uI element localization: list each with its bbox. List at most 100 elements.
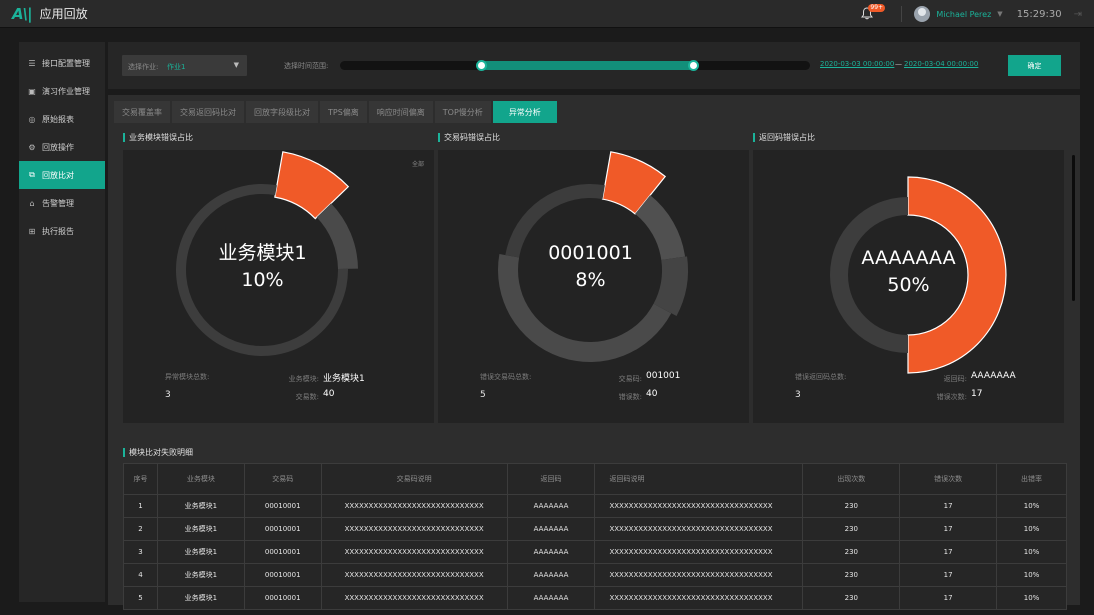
logout-icon[interactable]: ⇥	[1074, 9, 1082, 20]
sidebar-item-6[interactable]: ⊞ 执行报告	[19, 217, 105, 245]
vertical-scrollbar[interactable]	[1072, 155, 1075, 301]
top-right-tools: 99+ Michael Perez ▼ 15:29:30 ⇥	[861, 0, 1094, 28]
table-cell: 00010001	[243, 517, 322, 541]
donut-center-percent: 8%	[575, 269, 606, 291]
stat-label: 错误返回码总数:	[795, 373, 847, 381]
sidebar-item-1[interactable]: ▣ 演习作业管理	[19, 77, 105, 105]
table-cell: XXXXXXXXXXXXXXXXXXXXXXXXXXXXX	[320, 494, 508, 518]
divider	[901, 6, 903, 22]
stat-value: 40	[646, 389, 658, 399]
column-header[interactable]: 业务模块	[156, 463, 245, 495]
confirm-button[interactable]: 确定	[1008, 55, 1061, 76]
stat-label: 交易数:	[295, 393, 319, 401]
time-range-label: 选择时间范围:	[284, 62, 329, 70]
column-header[interactable]: 返回码	[506, 463, 596, 495]
table-header-row: 序号 业务模块 交易码 交易码说明 返回码 返回码说明 出现次数 错误次数 出错率	[123, 463, 1067, 495]
avatar[interactable]	[914, 6, 931, 22]
app-logo[interactable]: A\| 应用回放	[12, 5, 88, 23]
table-cell: 1	[123, 494, 158, 518]
table-cell: 10%	[996, 540, 1067, 564]
main-panel: 交易覆盖率 交易返回码比对 回放字段级比对 TPS偏离 响应时间偏离 TOP慢分析 异常分析…	[108, 95, 1080, 610]
sidebar-item-label: 回放操作	[42, 142, 74, 152]
donut-center-percent: 50%	[887, 274, 930, 296]
notification-bell-icon[interactable]: 99+	[861, 4, 886, 21]
slider-fill	[481, 61, 693, 70]
end-date-link[interactable]: 2020-03-04 00:00:00	[904, 60, 978, 68]
donut-center-name: AAAAAAA	[861, 247, 956, 269]
sidebar-item-5[interactable]: ⌂ 告警管理	[19, 189, 105, 217]
table-cell: 业务模块1	[156, 494, 245, 518]
sidebar-item-4[interactable]: ⧉ 回放比对	[19, 161, 105, 189]
table-cell: 230	[802, 517, 901, 541]
table-cell: 230	[802, 563, 901, 587]
sidebar-item-label: 原始报表	[42, 114, 74, 124]
table-cell: 5	[123, 586, 158, 610]
column-header[interactable]: 错误次数	[899, 463, 998, 495]
tab-3[interactable]: TPS偏离	[320, 101, 367, 123]
table-row[interactable]: 4 业务模块1 00010001 XXXXXXXXXXXXXXXXXXXXXXXXXX…	[123, 563, 1067, 587]
filter-bar: 选择作业: 作业1 ▼ 选择时间范围: 2020-03-03 00:00:00 …	[108, 42, 1080, 89]
donut-center-percent: 10%	[241, 269, 284, 291]
tab-5[interactable]: TOP慢分析	[434, 101, 491, 123]
table-cell: AAAAAAA	[506, 540, 596, 564]
table-cell: 业务模块1	[156, 586, 245, 610]
table-cell: 17	[899, 563, 998, 587]
column-header[interactable]: 序号	[123, 463, 158, 495]
sidebar: ☰ 接口配置管理 ▣ 演习作业管理 ◎ 原始报表 ⚙ 回放操作 ⧉ 回放比对 ⌂ 告警管理 ⊞ 执行报告	[19, 42, 105, 602]
table-cell: 业务模块1	[156, 540, 245, 564]
table-cell: 3	[123, 540, 158, 564]
table-cell: 17	[899, 494, 998, 518]
stat-label: 错误数:	[618, 393, 642, 401]
table-title: 模块比对失败明细	[123, 448, 193, 457]
job-select[interactable]: 选择作业: 作业1 ▼	[122, 55, 247, 76]
report-icon: ◎	[28, 114, 36, 124]
stat-value: 17	[971, 389, 983, 399]
tab-6[interactable]: 异常分析	[492, 101, 557, 123]
sidebar-item-3[interactable]: ⚙ 回放操作	[19, 133, 105, 161]
table-row[interactable]: 5 业务模块1 00010001 XXXXXXXXXXXXXXXXXXXXXXXXXX…	[123, 586, 1067, 610]
tab-4[interactable]: 响应时间偏离	[368, 101, 433, 123]
start-date-link[interactable]: 2020-03-03 00:00:00	[820, 60, 894, 68]
table-cell: AAAAAAA	[506, 586, 596, 610]
stat-label: 错误交易码总数:	[480, 373, 532, 381]
table-row[interactable]: 2 业务模块1 00010001 XXXXXXXXXXXXXXXXXXXXXXXXXX…	[123, 517, 1067, 541]
table-cell: 4	[123, 563, 158, 587]
txcode-error-card: 0001001 8% 错误交易码总数: 5 交易码: 001001 错误数: 40	[438, 150, 749, 423]
time-range-slider[interactable]	[340, 60, 810, 71]
module-error-card: 全部 业务模块1 10% 异常模块总数: 3 业务模块: 业务模块1 交易数: 40	[123, 150, 434, 423]
tab-0[interactable]: 交易覆盖率	[114, 101, 170, 123]
job-select-value: 作业1	[167, 63, 186, 71]
sidebar-item-2[interactable]: ◎ 原始报表	[19, 105, 105, 133]
table-row[interactable]: 1 业务模块1 00010001 XXXXXXXXXXXXXXXXXXXXXXXXXX…	[123, 494, 1067, 518]
sidebar-item-label: 回放比对	[42, 170, 74, 180]
table-cell: 17	[899, 586, 998, 610]
column-header[interactable]: 交易码	[243, 463, 322, 495]
stat-label: 业务模块:	[288, 375, 319, 383]
column-header[interactable]: 出错率	[996, 463, 1067, 495]
highlighted-slice[interactable]	[274, 151, 350, 220]
sidebar-item-label: 演习作业管理	[42, 86, 90, 96]
sidebar-item-label: 执行报告	[42, 226, 74, 236]
failure-detail-table: 序号 业务模块 交易码 交易码说明 返回码 返回码说明 出现次数 错误次数 出错率 1 业务模块1…	[123, 463, 1067, 610]
table-cell: 00010001	[243, 540, 322, 564]
date-separator: —	[895, 60, 902, 68]
tab-2[interactable]: 回放字段级比对	[246, 101, 318, 123]
stat-value: 5	[480, 390, 486, 400]
table-cell: 17	[899, 540, 998, 564]
username[interactable]: Michael Perez	[936, 10, 991, 19]
column-header[interactable]: 交易码说明	[320, 463, 508, 495]
table-row[interactable]: 3 业务模块1 00010001 XXXXXXXXXXXXXXXXXXXXXXXXXX…	[123, 540, 1067, 564]
table-cell: AAAAAAA	[506, 494, 596, 518]
slider-end-handle[interactable]	[687, 60, 699, 71]
slider-start-handle[interactable]	[476, 60, 487, 71]
caret-down-icon: ▼	[233, 61, 239, 69]
table-cell: 10%	[996, 563, 1067, 587]
gear-icon: ⚙	[28, 142, 36, 152]
sidebar-item-0[interactable]: ☰ 接口配置管理	[19, 49, 105, 77]
column-header[interactable]: 返回码说明	[594, 463, 804, 495]
chevron-down-icon[interactable]: ▼	[997, 10, 1002, 18]
tab-1[interactable]: 交易返回码比对	[172, 101, 244, 123]
table-cell: XXXXXXXXXXXXXXXXXXXXXXXXXXXXX	[320, 540, 508, 564]
table-cell: 17	[899, 517, 998, 541]
column-header[interactable]: 出现次数	[802, 463, 901, 495]
